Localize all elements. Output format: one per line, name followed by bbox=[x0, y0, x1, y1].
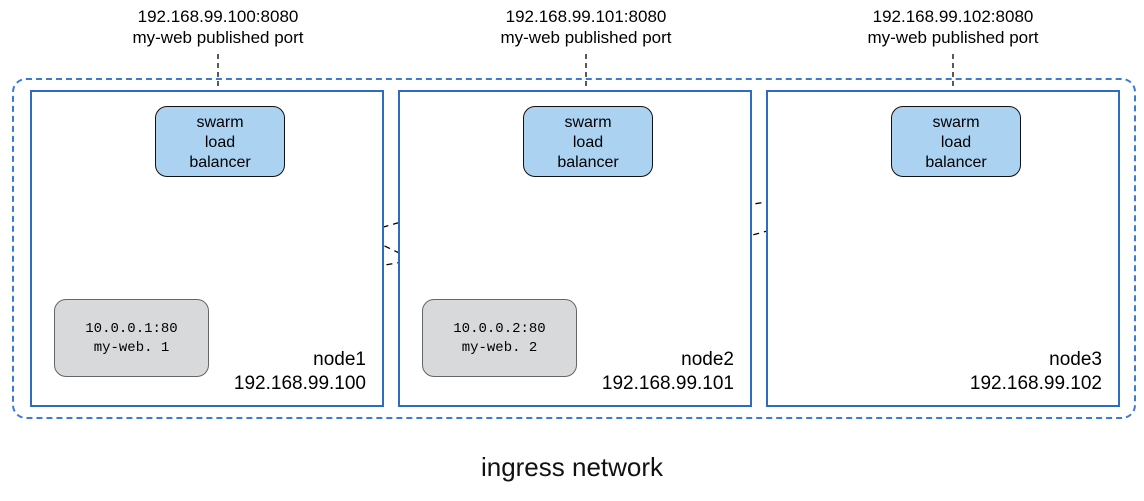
load-balancer-3: swarm load balancer bbox=[891, 106, 1021, 177]
published-port-address: 192.168.99.101:8080 bbox=[456, 6, 716, 27]
lb-label-line: swarm bbox=[156, 113, 284, 133]
task-name: my-web. 1 bbox=[55, 339, 208, 358]
node-name: node1 bbox=[313, 349, 366, 371]
node-ip: 192.168.99.100 bbox=[234, 373, 366, 395]
lb-label-line: balancer bbox=[524, 153, 652, 173]
lb-label-line: load bbox=[156, 133, 284, 153]
diagram-stage: 192.168.99.100:8080 my-web published por… bbox=[0, 0, 1144, 501]
task-endpoint: 10.0.0.1:80 bbox=[55, 320, 208, 339]
published-port-label-3: 192.168.99.102:8080 my-web published por… bbox=[823, 6, 1083, 49]
task-name: my-web. 2 bbox=[423, 339, 576, 358]
node-ip: 192.168.99.102 bbox=[970, 373, 1102, 395]
published-port-label-1: 192.168.99.100:8080 my-web published por… bbox=[88, 6, 348, 49]
lb-label-line: swarm bbox=[524, 113, 652, 133]
node-box-3: swarm load balancer node3 192.168.99.102 bbox=[766, 90, 1120, 407]
node-name: node2 bbox=[681, 349, 734, 371]
node-box-2: swarm load balancer 10.0.0.2:80 my-web. … bbox=[398, 90, 752, 407]
published-port-caption: my-web published port bbox=[823, 27, 1083, 48]
published-port-label-2: 192.168.99.101:8080 my-web published por… bbox=[456, 6, 716, 49]
task-box-1: 10.0.0.1:80 my-web. 1 bbox=[54, 299, 209, 377]
ingress-network-label: ingress network bbox=[0, 452, 1144, 483]
lb-label-line: balancer bbox=[892, 153, 1020, 173]
load-balancer-2: swarm load balancer bbox=[523, 106, 653, 177]
published-port-caption: my-web published port bbox=[456, 27, 716, 48]
task-endpoint: 10.0.0.2:80 bbox=[423, 320, 576, 339]
lb-label-line: balancer bbox=[156, 153, 284, 173]
published-port-caption: my-web published port bbox=[88, 27, 348, 48]
lb-label-line: swarm bbox=[892, 113, 1020, 133]
node-name: node3 bbox=[1049, 349, 1102, 371]
lb-label-line: load bbox=[524, 133, 652, 153]
node-box-1: swarm load balancer 10.0.0.1:80 my-web. … bbox=[30, 90, 384, 407]
published-port-address: 192.168.99.100:8080 bbox=[88, 6, 348, 27]
lb-label-line: load bbox=[892, 133, 1020, 153]
published-port-address: 192.168.99.102:8080 bbox=[823, 6, 1083, 27]
task-box-2: 10.0.0.2:80 my-web. 2 bbox=[422, 299, 577, 377]
node-ip: 192.168.99.101 bbox=[602, 373, 734, 395]
load-balancer-1: swarm load balancer bbox=[155, 106, 285, 177]
